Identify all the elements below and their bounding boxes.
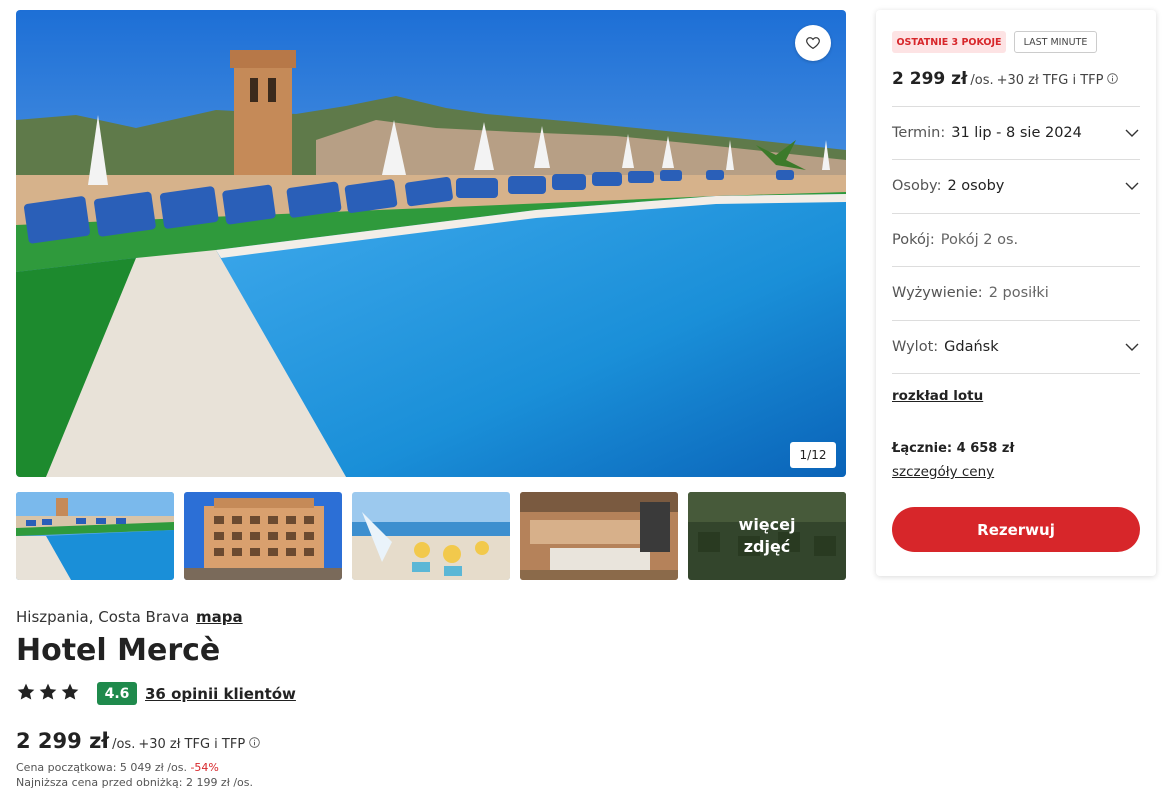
board-value: 2 posiłki bbox=[988, 285, 1049, 301]
lowest-price-note: Najniższa cena przed obniżką: 2 199 zł /… bbox=[16, 776, 253, 789]
room-row: Pokój: Pokój 2 os. bbox=[892, 213, 1140, 266]
star-icon bbox=[17, 683, 35, 700]
badge-last-rooms: OSTATNIE 3 POKOJE bbox=[892, 31, 1006, 53]
departure-selector[interactable]: Wylot: Gdańsk bbox=[892, 320, 1140, 373]
star-rating bbox=[16, 682, 80, 702]
price-value: 2 299 zł bbox=[16, 729, 110, 753]
thumbnail-1[interactable] bbox=[16, 492, 174, 580]
price-summary: 2 299 zł /os. +30 zł TFG i TFP bbox=[16, 729, 260, 753]
info-icon[interactable] bbox=[1107, 73, 1119, 84]
info-icon[interactable] bbox=[249, 737, 260, 748]
reviews-link[interactable]: 36 opinii klientów bbox=[145, 685, 296, 703]
booking-card: OSTATNIE 3 POKOJE LAST MINUTE 2 299 zł /… bbox=[876, 10, 1156, 576]
original-price-text: Cena początkowa: 5 049 zł /os. bbox=[16, 761, 187, 774]
divider bbox=[892, 373, 1140, 374]
total-price: Łącznie: 4 658 zł bbox=[892, 441, 1015, 456]
favorite-button[interactable] bbox=[795, 25, 831, 61]
discount-percent: -54% bbox=[190, 761, 219, 774]
card-price-value: 2 299 zł bbox=[892, 69, 968, 89]
persons-selector[interactable]: Osoby: 2 osoby bbox=[892, 159, 1140, 212]
badge-last-minute: LAST MINUTE bbox=[1014, 31, 1097, 53]
departure-value: Gdańsk bbox=[944, 339, 999, 355]
star-icon bbox=[39, 683, 57, 700]
heart-icon bbox=[806, 37, 820, 50]
thumbnail-2[interactable] bbox=[184, 492, 342, 580]
chevron-down-icon bbox=[1125, 129, 1139, 137]
thumbnail-more[interactable]: więcej zdjęć bbox=[688, 492, 846, 580]
price-details-link[interactable]: szczegóły ceny bbox=[892, 464, 994, 480]
chevron-down-icon bbox=[1125, 343, 1139, 351]
original-price: Cena początkowa: 5 049 zł /os. -54% bbox=[16, 761, 219, 774]
card-price: 2 299 zł /os. +30 zł TFG i TFP bbox=[892, 69, 1119, 89]
star-icon bbox=[61, 683, 79, 700]
date-selector[interactable]: Termin: 31 lip - 8 sie 2024 bbox=[892, 106, 1140, 159]
fees-label: +30 zł TFG i TFP bbox=[138, 737, 246, 752]
room-value: Pokój 2 os. bbox=[940, 232, 1019, 248]
flight-schedule-link[interactable]: rozkład lotu bbox=[892, 388, 983, 404]
board-row: Wyżywienie: 2 posiłki bbox=[892, 266, 1140, 319]
hotel-name: Hotel Mercè bbox=[16, 633, 221, 668]
card-per-person: /os. bbox=[970, 73, 994, 88]
card-fees: +30 zł TFG i TFP bbox=[996, 73, 1104, 88]
more-photos-label: więcej zdjęć bbox=[738, 515, 796, 556]
hotel-location: Hiszpania, Costa Brava bbox=[16, 608, 190, 626]
board-label: Wyżywienie: bbox=[892, 285, 983, 301]
thumbnail-strip: więcej zdjęć bbox=[16, 492, 846, 580]
persons-label: Osoby: bbox=[892, 178, 942, 194]
main-photo[interactable] bbox=[16, 10, 846, 477]
thumbnail-3[interactable] bbox=[352, 492, 510, 580]
per-person-label: /os. bbox=[112, 737, 136, 752]
map-link[interactable]: mapa bbox=[196, 608, 243, 626]
book-button[interactable]: Rezerwuj bbox=[892, 507, 1140, 552]
departure-label: Wylot: bbox=[892, 339, 939, 355]
date-label: Termin: bbox=[892, 125, 946, 141]
photo-counter: 1/12 bbox=[790, 442, 836, 468]
rating-badge: 4.6 bbox=[97, 682, 137, 705]
room-label: Pokój: bbox=[892, 232, 935, 248]
persons-value: 2 osoby bbox=[947, 178, 1005, 194]
chevron-down-icon bbox=[1125, 182, 1139, 190]
thumbnail-4[interactable] bbox=[520, 492, 678, 580]
date-value: 31 lip - 8 sie 2024 bbox=[951, 125, 1082, 141]
